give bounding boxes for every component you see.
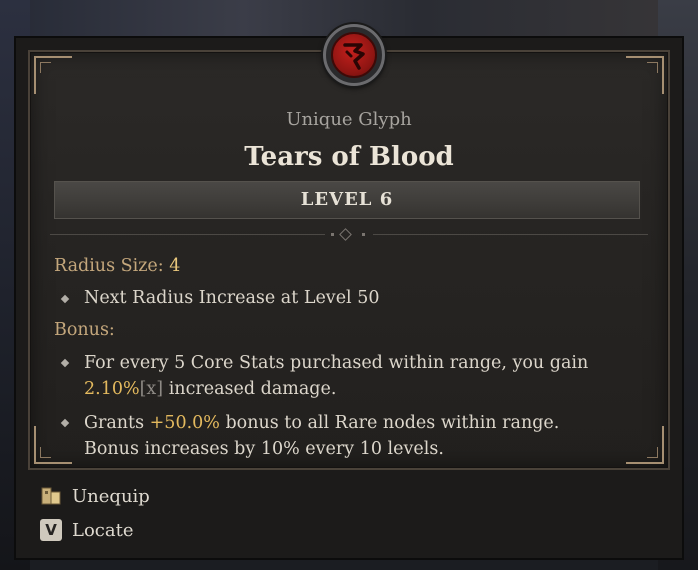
corner-ornament (34, 56, 72, 94)
bullet-icon (60, 418, 70, 428)
locate-action[interactable]: V Locate (40, 516, 134, 544)
radius-bullet-row: Next Radius Increase at Level 50 (54, 288, 654, 312)
unequip-icon (40, 485, 62, 507)
bonus-label: Bonus: (54, 320, 115, 340)
action-footer: Unequip V Locate (28, 480, 670, 554)
v-key-icon: V (40, 519, 62, 541)
glyph-level: LEVEL 6 (300, 189, 394, 210)
bonus-1-line-1: For every 5 Core Stats purchased within … (84, 353, 589, 373)
bullet-icon (60, 294, 70, 304)
bullet-icon (60, 358, 70, 368)
locate-label: Locate (72, 519, 134, 541)
unequip-label: Unequip (72, 485, 150, 507)
glyph-name: Tears of Blood (244, 142, 454, 172)
bonus-2-line-2: Bonus increases by 10% every 10 levels. (84, 439, 444, 459)
glyph-rarity: Unique Glyph (286, 109, 412, 130)
radius-increase-text: Next Radius Increase at Level 50 (84, 288, 380, 308)
multiplier-tag: [x] (139, 379, 164, 399)
bonus-2-line-1: Grants +50.0% bonus to all Rare nodes wi… (84, 410, 559, 436)
glyph-emblem (323, 24, 385, 86)
bonus-2-row: Grants +50.0% bonus to all Rare nodes wi… (54, 412, 654, 464)
corner-ornament (626, 56, 664, 94)
radius-size-value: 4 (169, 256, 181, 276)
section-divider (50, 228, 648, 242)
bonus-2-suffix: bonus to all Rare nodes within range. (225, 413, 560, 433)
bonus-1-value: 2.10% (84, 379, 140, 399)
glyph-rune-icon (331, 32, 377, 78)
glyph-tooltip: Unique Glyph Tears of Blood LEVEL 6 Radi… (14, 24, 684, 560)
bonus-2-prefix: Grants (84, 413, 145, 433)
glyph-info-panel: Unique Glyph Tears of Blood LEVEL 6 Radi… (28, 24, 670, 470)
bonus-1-row: For every 5 Core Stats purchased within … (54, 352, 654, 404)
radius-size-label: Radius Size: (54, 256, 164, 276)
unequip-action[interactable]: Unequip (40, 482, 150, 510)
bonus-2-value: +50.0% (149, 413, 220, 433)
bonus-heading: Bonus: (54, 320, 115, 340)
level-banner: LEVEL 6 (54, 181, 640, 219)
bonus-1-line-2: 2.10%[x] increased damage. (84, 376, 588, 402)
radius-size-row: Radius Size: 4 (54, 256, 180, 276)
bonus-1-suffix: increased damage. (168, 379, 337, 399)
